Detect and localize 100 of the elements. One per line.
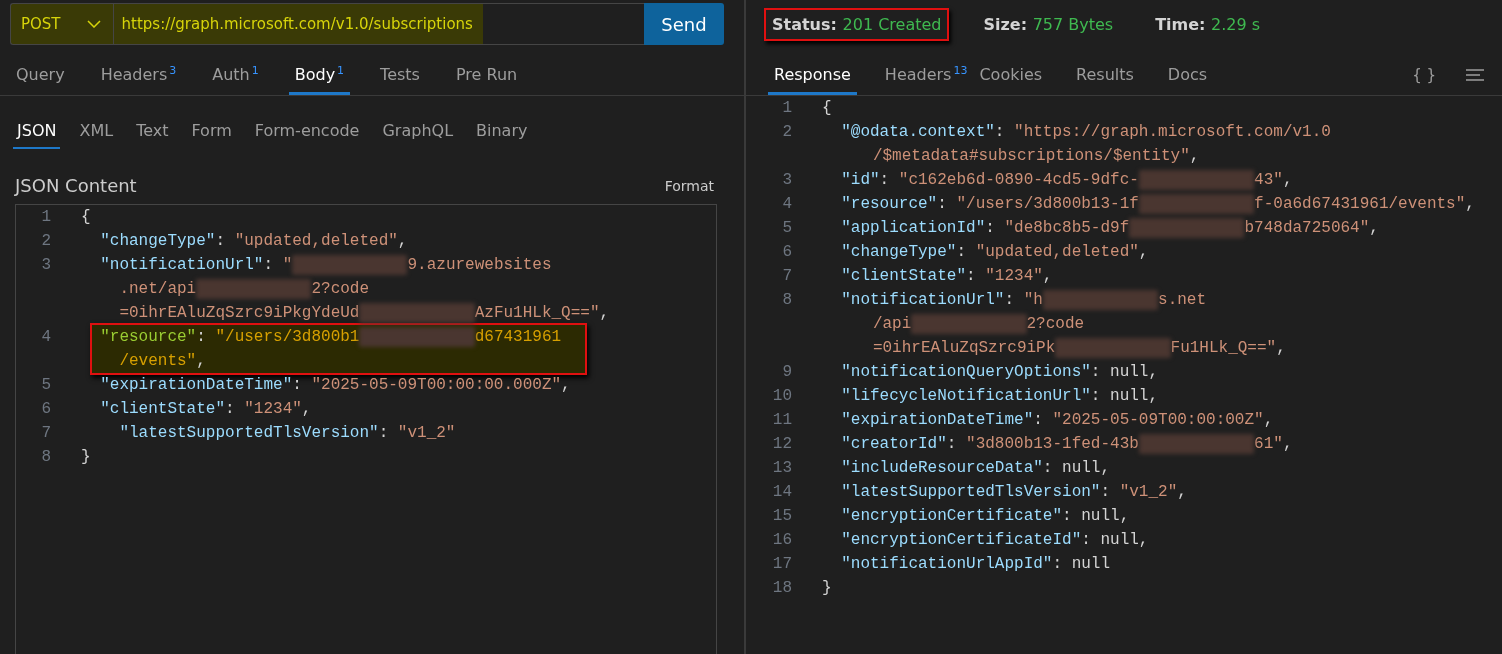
json-value: "updated,deleted" [234, 231, 398, 252]
json-key: "creatorId" [841, 432, 947, 456]
json-key: "notificationQueryOptions" [841, 360, 1091, 384]
code-editor[interactable] [15, 204, 717, 654]
braces-button[interactable]: { } [1404, 66, 1444, 95]
json-value: 2?code [311, 279, 370, 300]
line-number: 3 [782, 171, 792, 189]
json-key: "notificationUrl" [841, 288, 1005, 312]
line-number: 7 [41, 424, 51, 442]
line-number: 16 [772, 531, 792, 549]
json-value: " [282, 255, 293, 276]
line-number: 3 [41, 256, 51, 274]
json-punctuation: , [1189, 146, 1200, 167]
json-value: "3d800b13-1fed-43b [966, 434, 1139, 455]
body-type-tab[interactable]: Text [132, 121, 173, 149]
json-key: "lifecycleNotificationUrl" [841, 384, 1091, 408]
json-value: "v1_2" [397, 423, 456, 444]
line-number: 6 [41, 400, 51, 418]
json-key: "clientState" [100, 397, 226, 421]
json-punctuation: : [263, 255, 275, 276]
json-value: .net/api [119, 279, 197, 300]
url-text: https://graph.microsoft.com/v1.0/subscriptions [120, 15, 473, 33]
url-bar[interactable]: POST https://graph.microsoft.com/v1.0/subscriptions [10, 3, 644, 45]
send-button[interactable]: Send [644, 3, 724, 45]
json-value: b748da725064" [1244, 218, 1370, 239]
json-value: null [1081, 506, 1120, 527]
json-punctuation: : [879, 170, 891, 191]
response-tab[interactable]: Cookies [973, 65, 1049, 95]
line-number: 1 [41, 208, 51, 226]
json-key: "encryptionCertificate" [841, 504, 1063, 528]
json-key: "resource" [841, 192, 938, 216]
json-punctuation: : [1090, 386, 1102, 407]
menu-icon[interactable] [1466, 69, 1484, 81]
json-punctuation: : [1042, 458, 1054, 479]
json-punctuation: : [994, 122, 1006, 143]
json-value: /$metadata#subscriptions/$entity" [872, 146, 1190, 167]
json-value: "https://graph.microsoft.com/v1.0 [1014, 122, 1331, 143]
body-type-tab[interactable]: XML [75, 121, 118, 149]
json-punctuation: : [985, 218, 996, 239]
json-key: "changeType" [100, 229, 216, 253]
json-value: =0ihrEAluZqSzrc9iPk [872, 338, 1056, 359]
json-punctuation: , [1148, 386, 1159, 407]
body-type-tab[interactable]: JSON [13, 121, 61, 149]
response-tab[interactable]: Response [768, 65, 857, 95]
json-punctuation: { [822, 98, 832, 119]
format-link[interactable]: Format [664, 177, 714, 194]
status-info: Status: 201 Created [764, 7, 950, 41]
json-punctuation: , [1138, 242, 1149, 263]
json-punctuation: , [1282, 434, 1293, 455]
line-number: 18 [772, 579, 792, 597]
body-type-tab[interactable]: Binary [472, 121, 532, 149]
json-punctuation: , [1369, 218, 1379, 239]
line-number: 2 [782, 123, 792, 141]
json-punctuation: : [292, 375, 303, 396]
body-type-tab[interactable]: GraphQL [378, 121, 458, 149]
json-value: null [1071, 554, 1111, 575]
json-value: null [1062, 458, 1101, 479]
json-key: "expirationDateTime" [100, 373, 293, 397]
json-key: "latestSupportedTlsVersion" [119, 421, 379, 445]
section-title: JSON Content [15, 175, 137, 196]
json-value: null [1100, 530, 1139, 551]
json-punctuation: : [215, 231, 227, 252]
json-key: "notificationUrl" [100, 253, 264, 277]
line-number: 4 [782, 195, 792, 213]
line-number: 8 [782, 291, 792, 309]
request-tab[interactable]: Auth$^{1}$ [206, 63, 265, 95]
method-dropdown[interactable]: POST [11, 4, 114, 44]
response-tab[interactable]: Docs [1161, 65, 1214, 95]
json-value: Fu1HLk_Q==" [1170, 338, 1277, 359]
request-tab[interactable]: Body$^{1}$ [288, 63, 351, 95]
json-value: "2025-05-09T00:00:00Z" [1052, 410, 1264, 431]
json-punctuation: } [822, 578, 832, 599]
request-tab[interactable]: Headers$^{3}$ [94, 63, 183, 95]
line-number: 6 [782, 243, 792, 261]
json-punctuation: , [1263, 410, 1274, 431]
json-punctuation: : [966, 266, 977, 287]
json-key: "latestSupportedTlsVersion" [841, 480, 1101, 504]
body-type-tab[interactable]: Form-encode [250, 121, 364, 149]
json-punctuation: , [301, 399, 312, 420]
json-punctuation: , [1282, 170, 1293, 191]
request-tab[interactable]: Query [10, 65, 71, 95]
json-value: 2?code [1026, 314, 1085, 335]
json-punctuation: , [1177, 482, 1187, 503]
body-type-tab[interactable]: Form [187, 121, 236, 149]
json-punctuation: : [1033, 410, 1044, 431]
line-number: 5 [782, 219, 792, 237]
json-punctuation: } [81, 447, 91, 468]
json-key: "includeResourceData" [841, 456, 1043, 480]
response-tab[interactable]: Results [1070, 65, 1140, 95]
line-number: 12 [772, 435, 792, 453]
line-number: 13 [772, 459, 792, 477]
response-tab[interactable]: Headers$^{13}$ [878, 63, 974, 95]
json-key: "@odata.context" [841, 120, 995, 144]
line-number: 9 [782, 363, 792, 381]
json-punctuation: , [1042, 266, 1053, 287]
line-number: 8 [41, 448, 51, 466]
json-value: "v1_2" [1119, 482, 1178, 503]
request-tab[interactable]: Tests [374, 65, 426, 95]
json-punctuation: : [956, 242, 968, 263]
request-tab[interactable]: Pre Run [449, 65, 524, 95]
